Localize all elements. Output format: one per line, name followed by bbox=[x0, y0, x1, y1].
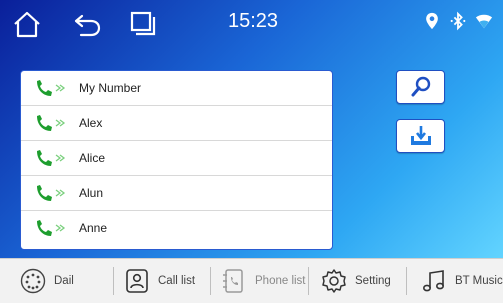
phone-call-icon bbox=[33, 183, 73, 203]
contact-name: Anne bbox=[79, 221, 108, 235]
nav-label: Dail bbox=[54, 275, 74, 287]
home-icon[interactable] bbox=[12, 9, 42, 39]
contact-list[interactable]: My Number Alex Alice Alun Anne bbox=[20, 70, 333, 250]
contact-name: My Number bbox=[79, 81, 142, 95]
recent-apps-icon[interactable] bbox=[128, 9, 158, 39]
phone-list-icon bbox=[221, 268, 247, 294]
nav-call-list[interactable]: Call list bbox=[114, 259, 210, 303]
nav-bt-music[interactable]: BT Music bbox=[407, 259, 503, 303]
system-icons bbox=[423, 11, 493, 31]
location-icon bbox=[423, 11, 441, 31]
bottom-navigation: Dail Call list Phone list Setting BT Mus… bbox=[0, 258, 503, 303]
contact-row[interactable]: Alice bbox=[21, 141, 332, 176]
nav-label: Call list bbox=[158, 275, 196, 287]
clock-time: 15:23 bbox=[228, 10, 279, 32]
bluetooth-icon bbox=[449, 11, 467, 31]
music-note-icon bbox=[421, 268, 447, 294]
nav-label: BT Music bbox=[455, 275, 503, 287]
dialpad-icon bbox=[20, 268, 46, 294]
contact-row[interactable]: Anne bbox=[21, 211, 332, 245]
nav-setting[interactable]: Setting bbox=[309, 259, 406, 303]
gear-icon bbox=[321, 268, 347, 294]
phone-call-icon bbox=[33, 218, 73, 238]
wifi-icon bbox=[475, 11, 493, 31]
contact-row[interactable]: Alex bbox=[21, 106, 332, 141]
download-button[interactable] bbox=[396, 119, 445, 153]
download-icon bbox=[410, 126, 431, 145]
nav-label: Setting bbox=[355, 275, 391, 287]
back-icon[interactable] bbox=[72, 9, 102, 39]
contact-name: Alice bbox=[79, 151, 106, 165]
search-button[interactable] bbox=[396, 70, 445, 104]
phone-call-icon bbox=[33, 113, 73, 133]
search-icon bbox=[411, 76, 430, 97]
contact-row[interactable]: Alun bbox=[21, 176, 332, 211]
person-icon bbox=[124, 268, 150, 294]
nav-dial[interactable]: Dail bbox=[0, 259, 113, 303]
contact-name: Alex bbox=[79, 116, 103, 130]
contact-name: Alun bbox=[79, 186, 104, 200]
nav-label: Phone list bbox=[255, 275, 306, 287]
phone-call-icon bbox=[33, 148, 73, 168]
status-bar: 15:23 bbox=[0, 0, 503, 48]
phone-call-icon bbox=[33, 78, 73, 98]
contact-row[interactable]: My Number bbox=[21, 71, 332, 106]
nav-phone-list[interactable]: Phone list bbox=[211, 259, 308, 303]
main-screen: 15:23 My Number Alex Alice Alun Anne bbox=[0, 0, 503, 258]
